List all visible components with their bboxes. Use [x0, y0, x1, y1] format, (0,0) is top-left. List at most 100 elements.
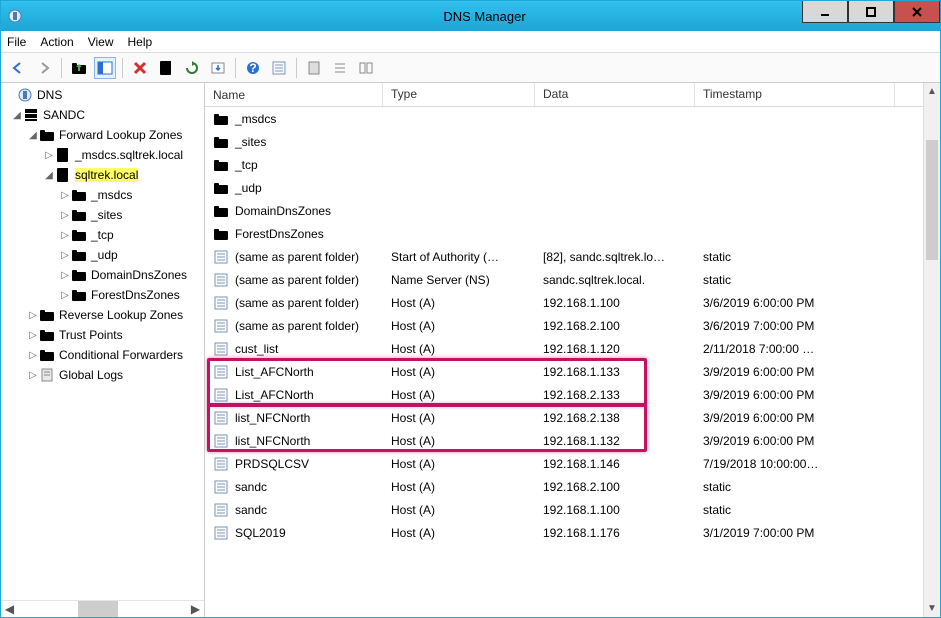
- dns-manager-window: DNS Manager File Action View Help ?: [0, 0, 941, 618]
- cell-name: list_NFCNorth: [235, 411, 310, 425]
- back-button[interactable]: [7, 57, 29, 79]
- menu-action[interactable]: Action: [40, 35, 73, 49]
- tree-label: Trust Points: [59, 328, 123, 342]
- tree-child-ddz[interactable]: ▷DomainDnsZones: [1, 265, 204, 285]
- tree-child-sites[interactable]: ▷_sites: [1, 205, 204, 225]
- cell-timestamp: 3/9/2019 6:00:00 PM: [695, 365, 895, 379]
- table-row[interactable]: sandcHost (A)192.168.2.100static: [205, 475, 940, 498]
- tree-label: _udp: [91, 248, 118, 262]
- tree-conditional-fwd[interactable]: ▷Conditional Forwarders: [1, 345, 204, 365]
- menu-file[interactable]: File: [7, 35, 26, 49]
- delete-button[interactable]: [129, 57, 151, 79]
- col-name[interactable]: Name: [205, 83, 383, 106]
- tree-h-scrollbar[interactable]: ◀▶: [1, 600, 204, 617]
- record-icon: [213, 387, 229, 403]
- cell-timestamp: 3/9/2019 6:00:00 PM: [695, 411, 895, 425]
- table-row[interactable]: List_AFCNorthHost (A)192.168.1.1333/9/20…: [205, 360, 940, 383]
- show-hide-tree-button[interactable]: [94, 57, 116, 79]
- tree-global-logs[interactable]: ▷Global Logs: [1, 365, 204, 385]
- cell-timestamp: 2/11/2018 7:00:00 …: [695, 342, 895, 356]
- tree-pane[interactable]: DNS ◢SANDC ◢Forward Lookup Zones ▷_msdcs…: [1, 83, 205, 617]
- maximize-button[interactable]: [848, 1, 894, 23]
- records-list[interactable]: _msdcs _sites _tcp_udpDomainDnsZonesForest…: [205, 107, 940, 617]
- cell-type: Host (A): [383, 457, 535, 471]
- tree-child-msdcs[interactable]: ▷_msdcs: [1, 185, 204, 205]
- folder-icon: [213, 111, 229, 127]
- cell-type: Host (A): [383, 526, 535, 540]
- table-row[interactable]: (same as parent folder)Host (A)192.168.2…: [205, 314, 940, 337]
- tree-server[interactable]: ◢SANDC: [1, 105, 204, 125]
- tree-label: ForestDnsZones: [91, 288, 180, 302]
- dns-icon: [17, 87, 33, 103]
- filter-button[interactable]: [303, 57, 325, 79]
- v-scrollbar[interactable]: ▲ ▼: [923, 83, 940, 617]
- record-icon: [213, 364, 229, 380]
- cell-type: Host (A): [383, 411, 535, 425]
- cell-name: _sites: [235, 135, 266, 149]
- tree-flz[interactable]: ◢Forward Lookup Zones: [1, 125, 204, 145]
- tree-child-udp[interactable]: ▷_udp: [1, 245, 204, 265]
- scroll-thumb[interactable]: [926, 140, 938, 260]
- table-row[interactable]: (same as parent folder)Start of Authorit…: [205, 245, 940, 268]
- table-row[interactable]: list_NFCNorthHost (A)192.168.1.1323/9/20…: [205, 429, 940, 452]
- menu-view[interactable]: View: [88, 35, 114, 49]
- cell-timestamp: static: [695, 250, 895, 264]
- scroll-up-icon[interactable]: ▲: [924, 83, 940, 100]
- folder-icon: [39, 307, 55, 323]
- tree-child-tcp[interactable]: ▷_tcp: [1, 225, 204, 245]
- tree-msdcs-zone[interactable]: ▷_msdcs.sqltrek.local: [1, 145, 204, 165]
- table-row[interactable]: cust_listHost (A)192.168.1.1202/11/2018 …: [205, 337, 940, 360]
- col-type[interactable]: Type: [383, 83, 535, 106]
- tree-label: _sites: [91, 208, 122, 222]
- table-row[interactable]: List_AFCNorthHost (A)192.168.2.1333/9/20…: [205, 383, 940, 406]
- scroll-down-icon[interactable]: ▼: [924, 600, 940, 617]
- table-row[interactable]: list_NFCNorthHost (A)192.168.2.1383/9/20…: [205, 406, 940, 429]
- cell-data: [82], sandc.sqltrek.lo…: [535, 250, 695, 264]
- table-row[interactable]: _udp: [205, 176, 940, 199]
- table-row[interactable]: (same as parent folder)Name Server (NS)s…: [205, 268, 940, 291]
- folder-icon: [71, 187, 87, 203]
- titlebar[interactable]: DNS Manager: [1, 1, 940, 31]
- cell-name: _msdcs: [235, 112, 276, 126]
- detail-toggle-button[interactable]: [355, 57, 377, 79]
- export-button[interactable]: [207, 57, 229, 79]
- folder-icon: [213, 134, 229, 150]
- up-folder-button[interactable]: [68, 57, 90, 79]
- record-icon: [213, 318, 229, 334]
- table-row[interactable]: PRDSQLCSVHost (A)192.168.1.1467/19/2018 …: [205, 452, 940, 475]
- column-headers[interactable]: Name Type Data Timestamp: [205, 83, 940, 107]
- table-row[interactable]: _sites: [205, 130, 940, 153]
- menu-help[interactable]: Help: [128, 35, 153, 49]
- list-toggle-button[interactable]: [329, 57, 351, 79]
- record-icon: [213, 410, 229, 426]
- table-row[interactable]: _tcp: [205, 153, 940, 176]
- cell-name: sandc: [235, 480, 267, 494]
- table-row[interactable]: ForestDnsZones: [205, 222, 940, 245]
- tree-child-fdz[interactable]: ▷ForestDnsZones: [1, 285, 204, 305]
- table-row[interactable]: SQL2019Host (A)192.168.1.1763/1/2019 7:0…: [205, 521, 940, 544]
- record-icon: [213, 479, 229, 495]
- table-row[interactable]: DomainDnsZones: [205, 199, 940, 222]
- close-button[interactable]: [894, 1, 940, 23]
- minimize-button[interactable]: [802, 1, 848, 23]
- tree-rlz[interactable]: ▷Reverse Lookup Zones: [1, 305, 204, 325]
- cell-type: Name Server (NS): [383, 273, 535, 287]
- cell-data: sandc.sqltrek.local.: [535, 273, 695, 287]
- table-row[interactable]: (same as parent folder)Host (A)192.168.1…: [205, 291, 940, 314]
- tree-label: DNS: [37, 88, 62, 102]
- new-record-button[interactable]: [268, 57, 290, 79]
- help-button[interactable]: ?: [242, 57, 264, 79]
- forward-button[interactable]: [33, 57, 55, 79]
- tree-trust-points[interactable]: ▷Trust Points: [1, 325, 204, 345]
- table-row[interactable]: _msdcs: [205, 107, 940, 130]
- cell-data: 192.168.1.120: [535, 342, 695, 356]
- table-row[interactable]: sandcHost (A)192.168.1.100static: [205, 498, 940, 521]
- tree-sqltrek-zone[interactable]: ◢sqltrek.local: [1, 165, 204, 185]
- tree-label: _msdcs: [91, 188, 132, 202]
- refresh-button[interactable]: [181, 57, 203, 79]
- col-data[interactable]: Data: [535, 83, 695, 106]
- tree-root-dns[interactable]: DNS: [1, 85, 204, 105]
- svg-text:?: ?: [249, 61, 256, 75]
- col-timestamp[interactable]: Timestamp: [695, 83, 895, 106]
- properties-button[interactable]: [155, 57, 177, 79]
